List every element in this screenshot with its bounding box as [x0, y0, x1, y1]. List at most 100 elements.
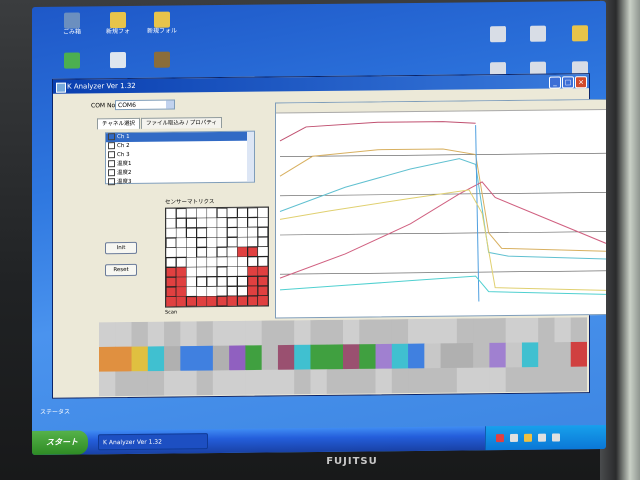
matrix-cell[interactable] — [165, 218, 177, 229]
matrix-cell[interactable] — [237, 236, 248, 248]
matrix-cell[interactable] — [227, 256, 238, 267]
matrix-cell[interactable] — [206, 256, 218, 268]
desktop-icon-shortcut-1[interactable] — [478, 26, 518, 43]
checkbox-icon[interactable] — [108, 133, 115, 141]
matrix-cell[interactable] — [257, 266, 269, 277]
matrix-cell[interactable] — [175, 207, 187, 219]
matrix-cell[interactable] — [196, 266, 208, 278]
matrix-cell[interactable] — [257, 285, 269, 297]
com-port-select[interactable]: COM6 — [115, 99, 175, 111]
matrix-cell[interactable] — [175, 286, 187, 297]
network-icon[interactable] — [510, 433, 518, 442]
desktop-icon-shortcut-2[interactable] — [518, 25, 558, 42]
matrix-cell[interactable] — [175, 227, 187, 239]
matrix-cell[interactable] — [185, 295, 198, 307]
desktop-icon-app-2[interactable] — [142, 51, 182, 68]
matrix-cell[interactable] — [227, 295, 238, 307]
matrix-cell[interactable] — [206, 217, 218, 228]
matrix-cell[interactable] — [186, 208, 197, 219]
matrix-cell[interactable] — [216, 246, 228, 258]
matrix-cell[interactable] — [175, 256, 187, 268]
matrix-cell[interactable] — [186, 237, 197, 248]
matrix-cell[interactable] — [175, 237, 187, 248]
matrix-cell[interactable] — [216, 286, 228, 297]
matrix-cell[interactable] — [257, 275, 269, 287]
channel-list-scrollbar[interactable] — [247, 131, 254, 182]
matrix-cell[interactable] — [226, 275, 239, 287]
matrix-cell[interactable] — [206, 296, 218, 307]
desktop-icon-doc[interactable] — [98, 52, 138, 69]
matrix-cell[interactable] — [247, 266, 258, 277]
volume-icon[interactable] — [524, 433, 532, 442]
matrix-cell[interactable] — [226, 236, 239, 248]
matrix-cell[interactable] — [165, 276, 177, 288]
matrix-cell[interactable] — [246, 216, 259, 228]
matrix-cell[interactable] — [257, 295, 269, 306]
sensor-matrix[interactable] — [165, 206, 269, 308]
tab-file-import[interactable]: ファイル取込み / プロパティ — [140, 117, 222, 129]
matrix-cell[interactable] — [216, 266, 228, 278]
matrix-cell[interactable] — [216, 295, 228, 307]
matrix-cell[interactable] — [206, 227, 218, 238]
matrix-cell[interactable] — [196, 286, 208, 297]
matrix-cell[interactable] — [206, 276, 218, 288]
matrix-cell[interactable] — [175, 217, 187, 229]
matrix-cell[interactable] — [246, 295, 259, 307]
matrix-cell[interactable] — [247, 227, 258, 238]
matrix-cell[interactable] — [257, 217, 269, 228]
matrix-cell[interactable] — [226, 226, 239, 238]
checkbox-icon[interactable] — [108, 160, 115, 168]
matrix-cell[interactable] — [246, 246, 259, 258]
matrix-cell[interactable] — [165, 208, 177, 219]
matrix-cell[interactable] — [165, 247, 177, 258]
matrix-cell[interactable] — [257, 236, 269, 248]
matrix-cell[interactable] — [196, 246, 208, 258]
matrix-cell[interactable] — [165, 256, 177, 269]
matrix-cell[interactable] — [226, 217, 239, 229]
matrix-cell[interactable] — [237, 246, 248, 258]
matrix-cell[interactable] — [175, 276, 187, 288]
minimize-icon[interactable]: _ — [549, 76, 561, 89]
matrix-cell[interactable] — [216, 207, 228, 219]
matrix-cell[interactable] — [237, 266, 248, 277]
matrix-cell[interactable] — [237, 227, 248, 238]
tray-icon[interactable] — [552, 433, 560, 442]
chevron-down-icon[interactable] — [166, 100, 174, 109]
matrix-cell[interactable] — [175, 296, 187, 307]
matrix-cell[interactable] — [246, 275, 259, 287]
matrix-cell[interactable] — [216, 275, 228, 288]
matrix-cell[interactable] — [196, 227, 208, 239]
matrix-cell[interactable] — [175, 247, 187, 258]
matrix-cell[interactable] — [185, 227, 198, 239]
matrix-cell[interactable] — [236, 275, 249, 287]
matrix-cell[interactable] — [196, 207, 208, 219]
channel-list[interactable]: Ch 1 Ch 2 Ch 3 温度1 温度2 温度3 — [105, 130, 255, 186]
matrix-cell[interactable] — [216, 217, 228, 228]
matrix-cell[interactable] — [257, 255, 269, 268]
matrix-cell[interactable] — [186, 286, 197, 297]
matrix-cell[interactable] — [165, 286, 177, 298]
matrix-cell[interactable] — [236, 295, 249, 307]
matrix-cell[interactable] — [247, 285, 258, 297]
matrix-cell[interactable] — [206, 207, 218, 219]
matrix-cell[interactable] — [206, 247, 218, 258]
tab-channel-select[interactable]: チャネル選択 — [97, 117, 140, 130]
matrix-cell[interactable] — [196, 217, 208, 229]
matrix-cell[interactable] — [196, 236, 208, 249]
matrix-cell[interactable] — [196, 296, 208, 307]
matrix-cell[interactable] — [216, 237, 228, 248]
maximize-icon[interactable]: □ — [562, 76, 574, 89]
checkbox-icon[interactable] — [108, 151, 115, 159]
desktop-icon-recycle[interactable]: ごみ箱 — [52, 12, 92, 36]
matrix-cell[interactable] — [246, 207, 259, 219]
desktop-icon-folder-3[interactable] — [560, 25, 600, 42]
matrix-cell[interactable] — [175, 266, 187, 278]
matrix-cell[interactable] — [196, 276, 208, 288]
battery-icon[interactable] — [538, 433, 546, 442]
desktop-icon-folder-2[interactable]: 新規フォル — [142, 11, 182, 35]
taskbar-item-analyzer[interactable]: K Analyzer Ver 1.32 — [98, 433, 208, 451]
desktop-icon-app-1[interactable] — [52, 52, 92, 69]
matrix-cell[interactable] — [206, 266, 218, 277]
close-icon[interactable]: × — [575, 76, 587, 89]
matrix-cell[interactable] — [226, 285, 239, 297]
